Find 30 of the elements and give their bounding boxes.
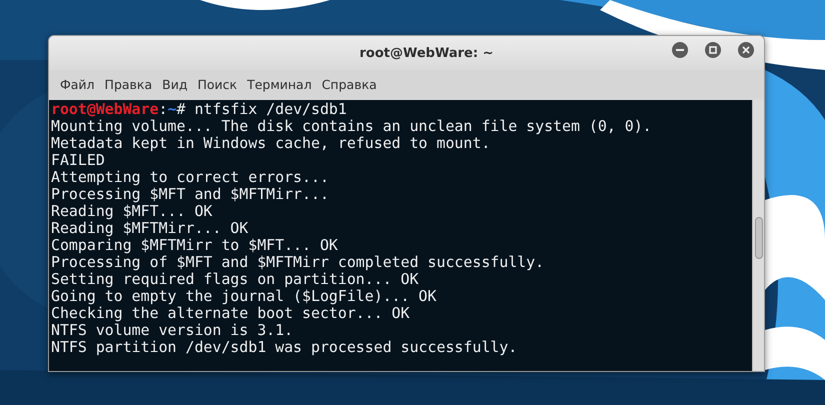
minimize-icon [676,49,684,51]
output-line: Reading $MFT... OK [51,202,212,220]
window-title: root@WebWare: ~ [358,46,494,60]
output-line: Mounting volume... The disk contains an unclean file system (0, 0). [51,117,652,135]
output-line: Processing $MFT and $MFTMirr... [51,185,329,203]
maximize-button[interactable] [705,42,721,58]
output-line: Metadata kept in Windows cache, refused to mount. [51,134,490,152]
scrollbar-thumb[interactable] [755,217,763,259]
output-line: Attempting to correct errors... [51,168,329,186]
menu-item[interactable]: Справка [316,76,382,92]
minimize-button[interactable] [672,42,688,58]
output-line: Checking the alternate boot sector... OK [51,304,410,322]
output-line: NTFS volume version is 3.1. [51,321,294,339]
prompt-line: root@WebWare:~# ntfsfix /dev/sdb1 [51,100,347,118]
maximize-icon [709,46,717,54]
menu-item[interactable]: Вид [157,76,192,92]
scrollbar[interactable] [752,100,764,371]
output-line: Reading $MFTMirr... OK [51,219,248,237]
output-line: Processing of $MFT and $MFTMirr completed successfully. [51,253,544,271]
output-line: NTFS partition /dev/sdb1 was processed successfully. [51,338,518,356]
output-line: FAILED [51,151,105,169]
menu-item[interactable]: Терминал [242,76,317,92]
output-line: Going to empty the journal ($LogFile)... OK [51,287,436,305]
close-button[interactable] [738,42,754,58]
output-line: Comparing $MFTMirr to $MFT... OK [51,236,338,254]
menu-item[interactable]: Файл [55,76,100,92]
output-line: Setting required flags on partition... OK [51,270,419,288]
menu-item[interactable]: Поиск [192,76,242,92]
close-icon [742,46,750,54]
menu-item[interactable]: Правка [100,76,158,92]
